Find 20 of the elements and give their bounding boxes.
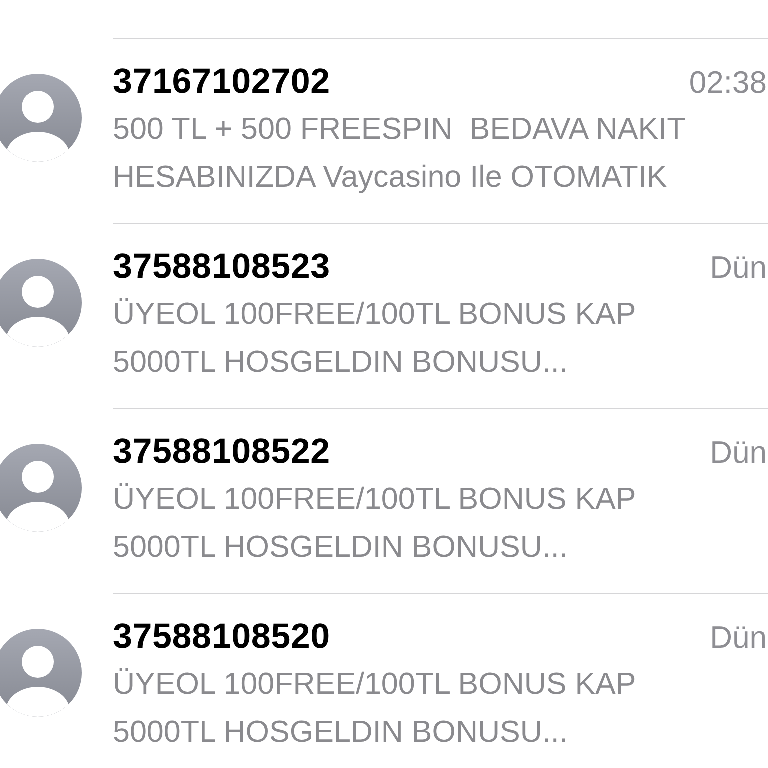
sender-name: 37588108523 [113,246,330,288]
message-preview: ÜYEOL 100FREE/100TL BONUS KAP [113,666,638,703]
avatar-icon [0,74,82,162]
message-preview: 500 TL + 500 FREESPIN BEDAVA NAKIT [113,111,687,148]
sender-name: 37167102702 [113,61,330,103]
message-preview: 5000TL HOSGELDIN BONUSU... [113,529,569,566]
message-preview: 5000TL HOSGELDIN BONUSU... [113,344,569,381]
avatar-icon [0,259,82,347]
message-preview: ÜYEOL 100FREE/100TL BONUS KAP [113,481,638,518]
message-preview: HESABINIZDA Vaycasino Ile OTOMATIK [113,159,668,196]
message-time: Dün [710,620,767,656]
message-time: 02:38 [689,65,767,101]
sender-name: 37588108522 [113,431,330,473]
message-preview: 5000TL HOSGELDIN BONUSU... [113,714,569,751]
sender-name: 37588108520 [113,616,330,658]
message-preview: ÜYEOL 100FREE/100TL BONUS KAP [113,296,638,333]
avatar-icon [0,629,82,717]
message-time: Dün [710,435,767,471]
avatar-icon [0,444,82,532]
message-time: Dün [710,250,767,286]
